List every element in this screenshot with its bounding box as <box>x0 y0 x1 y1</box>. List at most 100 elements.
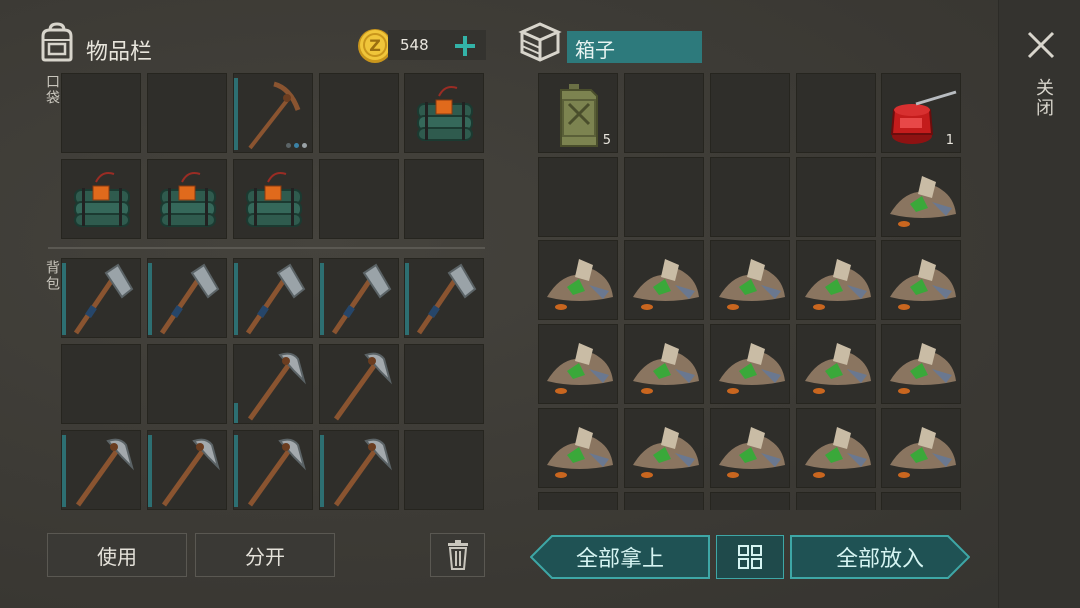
container-slot-8[interactable] <box>710 157 790 237</box>
backpack-slot-13[interactable] <box>233 430 313 510</box>
quantity-badge: 5 <box>602 133 611 148</box>
split-button[interactable]: 分开 <box>195 533 335 577</box>
ore-pile-icon <box>719 427 785 478</box>
ore-pile-icon <box>547 427 613 478</box>
container-slot-16[interactable] <box>538 324 618 404</box>
pocket-slot-9[interactable] <box>319 159 399 239</box>
ore-pile-icon <box>547 259 613 310</box>
sort-icon <box>738 545 762 569</box>
backpack-slot-12[interactable] <box>147 430 227 510</box>
hatchet-icon <box>73 263 134 335</box>
container-slot-1[interactable]: 5 <box>538 73 618 153</box>
hatchet-icon <box>245 263 306 335</box>
ore-pile-icon <box>805 343 871 394</box>
stone-pickaxe-icon <box>161 438 220 507</box>
explosive-icon <box>74 172 130 227</box>
container-slot-29[interactable] <box>796 492 876 510</box>
container-slot-4[interactable] <box>796 73 876 153</box>
container-slot-26[interactable] <box>538 492 618 510</box>
container-title: 箱子 <box>575 38 615 62</box>
container-slot-9[interactable] <box>796 157 876 237</box>
take-all-button[interactable]: 全部拿上 <box>530 535 710 579</box>
container-slot-5[interactable]: 1 <box>881 73 961 153</box>
ore-pile-icon <box>719 259 785 310</box>
container-slot-14[interactable] <box>796 240 876 320</box>
container-slot-18[interactable] <box>710 324 790 404</box>
plus-icon[interactable] <box>453 34 477 58</box>
container-slot-25[interactable] <box>881 408 961 488</box>
ore-pile-icon <box>633 259 699 310</box>
container-slot-6[interactable] <box>538 157 618 237</box>
backpack-slot-11[interactable] <box>61 430 141 510</box>
ore-pile-icon <box>805 259 871 310</box>
put-all-button[interactable]: 全部放入 <box>790 535 970 579</box>
hatchet-icon <box>331 263 392 335</box>
take-all-label: 全部拿上 <box>575 547 664 572</box>
pocket-slot-7[interactable] <box>147 159 227 239</box>
container-slot-30[interactable] <box>881 492 961 510</box>
pocket-slot-6[interactable] <box>61 159 141 239</box>
backpack-icon <box>41 22 73 62</box>
container-slot-10[interactable] <box>881 157 961 237</box>
backpack-slot-4[interactable] <box>319 258 399 338</box>
backpack-slot-8[interactable] <box>233 344 313 424</box>
close-label[interactable]: 关闭 <box>1030 78 1056 118</box>
ore-pile-icon <box>547 343 613 394</box>
container-slot-23[interactable] <box>710 408 790 488</box>
container-slot-3[interactable] <box>710 73 790 153</box>
pocket-label: 口袋 <box>44 74 60 106</box>
container-slot-27[interactable] <box>624 492 704 510</box>
container-slot-17[interactable] <box>624 324 704 404</box>
backpack-slot-15[interactable] <box>404 430 484 510</box>
container-slot-21[interactable] <box>538 408 618 488</box>
ore-pile-icon <box>890 343 956 394</box>
container-row-partial <box>538 492 962 510</box>
section-divider <box>48 247 485 249</box>
pocket-slot-8[interactable] <box>233 159 313 239</box>
container-slot-15[interactable] <box>881 240 961 320</box>
backpack-slot-9[interactable] <box>319 344 399 424</box>
pocket-slot-3[interactable] <box>233 73 313 153</box>
backpack-slot-3[interactable] <box>233 258 313 338</box>
use-button[interactable]: 使用 <box>47 533 187 577</box>
backpack-slot-14[interactable] <box>319 430 399 510</box>
quantity-badge: 1 <box>945 133 954 148</box>
backpack-slot-7[interactable] <box>147 344 227 424</box>
close-icon[interactable] <box>1026 30 1056 60</box>
container-slot-12[interactable] <box>624 240 704 320</box>
hatchet-icon <box>159 263 220 335</box>
trash-button[interactable] <box>430 533 485 577</box>
stone-pickaxe-icon <box>247 438 306 507</box>
sort-button[interactable] <box>716 535 784 579</box>
svg-text:Z: Z <box>369 36 381 55</box>
container-slot-2[interactable] <box>624 73 704 153</box>
backpack-label: 背包 <box>44 260 60 292</box>
put-all-label: 全部放入 <box>835 547 924 572</box>
pickaxe-icon <box>248 81 301 150</box>
container-slot-13[interactable] <box>710 240 790 320</box>
backpack-slot-6[interactable] <box>61 344 141 424</box>
ore-pile-icon <box>633 427 699 478</box>
backpack-slot-1[interactable] <box>61 258 141 338</box>
stone-pickaxe-icon <box>333 352 392 421</box>
backpack-slot-2[interactable] <box>147 258 227 338</box>
container-slot-7[interactable] <box>624 157 704 237</box>
pocket-slot-2[interactable] <box>147 73 227 153</box>
container-slot-20[interactable] <box>881 324 961 404</box>
ore-pile-icon <box>890 176 956 227</box>
container-slot-28[interactable] <box>710 492 790 510</box>
explosive-icon <box>160 172 216 227</box>
pocket-slot-5[interactable] <box>404 73 484 153</box>
explosive-icon <box>246 172 302 227</box>
backpack-slot-5[interactable] <box>404 258 484 338</box>
ore-pile-icon <box>633 343 699 394</box>
container-slot-22[interactable] <box>624 408 704 488</box>
container-slot-24[interactable] <box>796 408 876 488</box>
container-slot-11[interactable] <box>538 240 618 320</box>
container-slot-19[interactable] <box>796 324 876 404</box>
pocket-slot-10[interactable] <box>404 159 484 239</box>
pocket-slot-1[interactable] <box>61 73 141 153</box>
backpack-slot-10[interactable] <box>404 344 484 424</box>
container-name-field[interactable]: 箱子 <box>567 31 702 63</box>
pocket-slot-4[interactable] <box>319 73 399 153</box>
